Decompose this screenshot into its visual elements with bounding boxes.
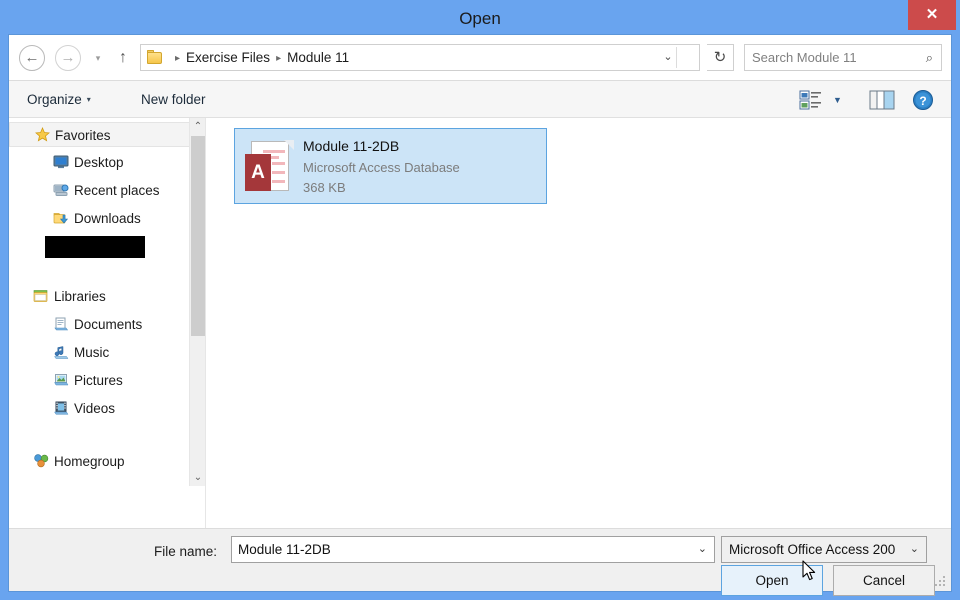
chevron-down-icon: ⌄ [909,543,919,555]
content-area: Favorites Desktop Recent places Download… [9,118,951,528]
sidebar-item-label: Music [74,345,110,360]
sidebar-item-label: Pictures [74,373,123,388]
pictures-icon [51,368,71,393]
file-name-label: File name: [154,544,218,559]
sidebar-item-label: Libraries [54,289,106,304]
file-type-select[interactable]: Microsoft Office Access 200 ⌄ [721,536,927,563]
file-name: Module 11-2DB [303,138,400,154]
sidebar-item-label: Documents [74,317,143,332]
dialog-footer: File name: Module 11-2DB ⌄ Microsoft Off… [9,528,951,596]
file-name-input[interactable]: Module 11-2DB ⌄ [231,536,715,563]
sidebar-item-label: Desktop [74,155,124,170]
sidebar-item-downloads[interactable]: Downloads [9,206,189,231]
scrollbar-thumb[interactable] [191,136,205,336]
new-folder-button[interactable]: New folder [141,89,206,111]
navigation-bar: ← → ▾ ↑ ▸ Exercise Files ▸ Module 11 ⌄ ↻ Se… [9,35,951,81]
back-icon[interactable]: ← [19,45,45,71]
sidebar-item-label: Downloads [74,211,141,226]
sidebar-item-libraries[interactable]: Libraries [9,284,189,309]
sidebar-item-label: Favorites [55,128,111,143]
access-database-icon: A [245,140,294,193]
sidebar-item-desktop[interactable]: Desktop [9,150,189,175]
close-button[interactable]: ✕ [908,0,956,30]
sidebar-item-homegroup[interactable]: Homegroup [9,449,189,474]
scroll-down-icon[interactable]: ⌄ [190,469,205,486]
file-list-pane[interactable]: A Module 11-2DB Microsoft Access Databas… [206,118,951,528]
forward-icon[interactable]: → [55,45,81,71]
file-type: Microsoft Access Database [303,160,460,175]
command-toolbar: Organize ▾ New folder ▼ ? [9,81,951,118]
sidebar-item-music[interactable]: Music [9,340,189,365]
sidebar-item-videos[interactable]: Videos [9,396,189,421]
sidebar-item-label: Homegroup [54,454,125,469]
open-file-dialog-window: Open ✕ ← → ▾ ↑ ▸ Exercise Files ▸ Module 11… [0,0,960,600]
recent-icon [51,178,71,203]
view-mode-icon[interactable] [799,88,827,112]
search-icon: ⌕ [925,50,933,65]
breadcrumb-separator: ▸ [175,53,181,64]
page-title: Open [459,9,501,28]
svg-text:?: ? [919,94,926,108]
help-icon[interactable]: ? [912,88,934,112]
dialog-body: ← → ▾ ↑ ▸ Exercise Files ▸ Module 11 ⌄ ↻ Se… [8,34,952,596]
up-arrow-icon[interactable]: ↑ [113,46,133,70]
navigation-pane: Favorites Desktop Recent places Download… [9,118,205,528]
chevron-down-icon[interactable]: ⌄ [659,45,677,70]
sidebar-item-label: Videos [74,401,116,416]
downloads-icon [51,206,71,231]
sidebar-item-pictures[interactable]: Pictures [9,368,189,393]
monitor-icon [51,150,71,175]
cancel-button[interactable]: Cancel [833,565,935,596]
videos-icon [51,396,71,421]
scroll-up-icon[interactable]: ⌃ [190,118,205,135]
file-size: 368 KB [303,180,346,195]
refresh-icon[interactable]: ↻ [707,44,734,71]
search-input[interactable]: Search Module 11 ⌕ [744,44,942,71]
chevron-down-icon: ▾ [86,95,91,104]
homegroup-icon [31,449,51,474]
sidebar-item-documents[interactable]: Documents [9,312,189,337]
chevron-down-icon[interactable]: ⌄ [698,537,707,562]
sidebar-item-recent-places[interactable]: Recent places [9,178,189,203]
folder-icon [147,50,163,65]
search-placeholder: Search Module 11 [752,50,857,65]
sidebar-item-label: Recent places [74,183,160,198]
recent-locations-chevron-down-icon[interactable]: ▾ [91,52,105,64]
documents-icon [51,312,71,337]
breadcrumb-item-module-11[interactable]: Module 11 [287,50,349,65]
list-item[interactable]: A Module 11-2DB Microsoft Access Databas… [234,128,547,204]
sidebar-scrollbar[interactable]: ⌃ ⌄ [189,118,205,486]
breadcrumb: ▸ Exercise Files ▸ Module 11 [169,45,349,70]
music-icon [51,340,71,365]
sidebar-item-favorites[interactable]: Favorites [9,122,190,147]
star-icon [32,123,52,148]
resize-grip[interactable] [935,576,947,588]
sidebar-item-redacted[interactable] [45,236,145,258]
file-type-value: Microsoft Office Access 200 [729,542,896,557]
breadcrumb-item-exercise-files[interactable]: Exercise Files [186,50,270,65]
file-name-value: Module 11-2DB [238,542,331,557]
view-mode-chevron-down-icon[interactable]: ▼ [833,95,842,105]
open-button[interactable]: Open [721,565,823,596]
organize-button[interactable]: Organize ▾ [27,89,91,111]
organize-label: Organize [27,92,82,107]
libraries-icon [31,284,51,309]
breadcrumb-separator: ▸ [276,53,282,64]
address-bar[interactable]: ▸ Exercise Files ▸ Module 11 ⌄ [140,44,700,71]
access-icon-letter: A [245,154,271,191]
preview-pane-icon[interactable] [869,88,895,112]
title-bar: Open ✕ [0,0,960,38]
